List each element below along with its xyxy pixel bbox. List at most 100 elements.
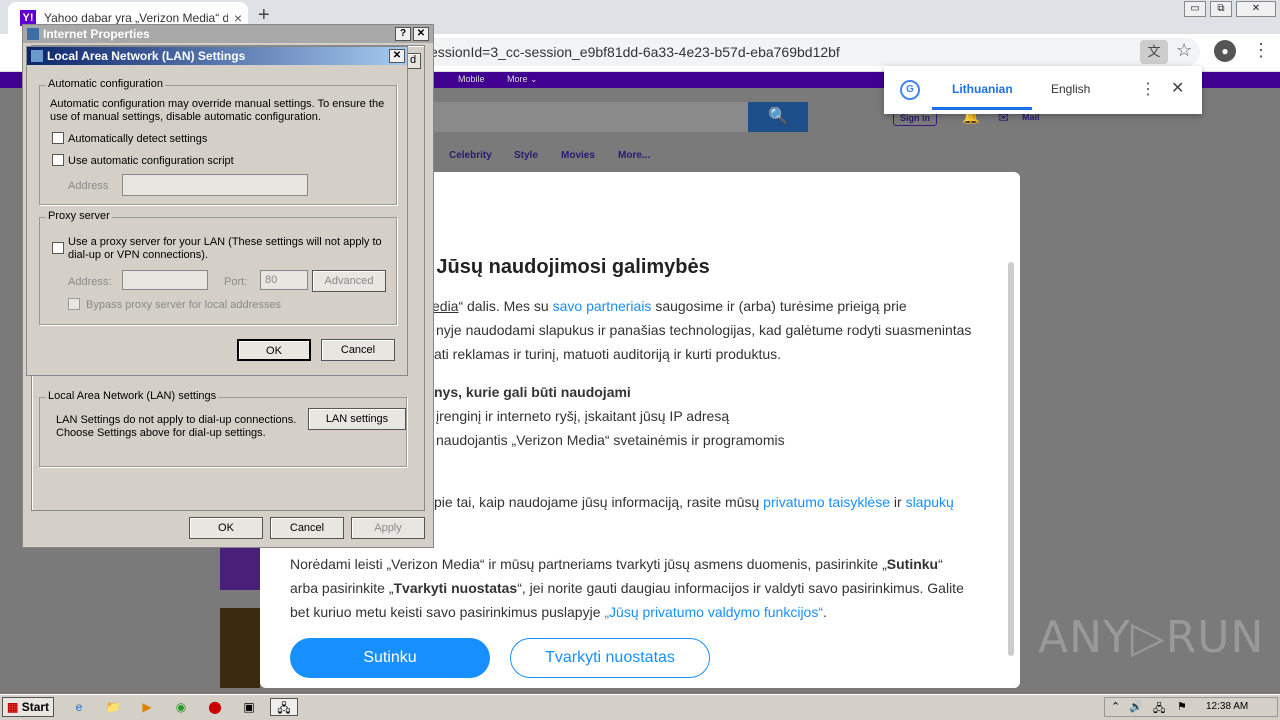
consent-paragraph-line: nyje naudodami slapukus ir panašias tech… [436, 322, 972, 338]
clock: 12:38 AM [1206, 701, 1249, 712]
auto-script-checkbox[interactable] [52, 154, 64, 166]
privacy-policy-link[interactable]: privatumo taisyklėse [763, 494, 890, 510]
text: saugosime ir (arba) turėsime prieigą pri… [651, 298, 907, 314]
checkbox-label: Use a proxy server for your LAN (These s… [68, 236, 382, 248]
consent-paragraph-line: Norėdami leisti „Verizon Media“ ir mūsų … [290, 556, 943, 572]
verizon-media-link[interactable]: edia [432, 298, 458, 314]
start-label: Start [21, 700, 50, 714]
google-translate-icon: G [900, 80, 920, 100]
text: “, jei norite gauti daugiau informacijos… [517, 580, 964, 596]
accept-button[interactable]: Sutinku [290, 638, 490, 678]
app-icon[interactable]: ▣ [240, 698, 258, 716]
tray-expand-icon[interactable]: ⌃ [1111, 700, 1120, 713]
bookmark-star-icon[interactable]: ☆ [1176, 40, 1192, 61]
window-minimize-button[interactable]: ▭ [1184, 1, 1206, 17]
proxy-port-label: Port: [224, 276, 248, 288]
manage-settings-button[interactable]: Tvarkyti nuostatas [510, 638, 710, 678]
system-tray: ⌃ 🔊 🖧 ⚑ [1104, 697, 1278, 717]
yahoo-search-input[interactable] [420, 102, 750, 132]
lan-settings-button[interactable]: LAN settings [308, 408, 406, 430]
dialog-titlebar: Local Area Network (LAN) Settings ✕ [27, 47, 407, 65]
text: pie tai, kaip naudojame jūsų informaciją… [434, 494, 764, 510]
yahoo-search-button[interactable]: 🔍 [748, 102, 808, 132]
close-button[interactable]: ✕ [389, 49, 405, 63]
automatic-configuration-group: Automatic configuration Automatic config… [39, 78, 397, 205]
consent-scrollbar[interactable] [1008, 262, 1014, 656]
anyrun-watermark: ANY▷RUN [1038, 612, 1265, 663]
more-options-icon[interactable]: ⋮ [1140, 79, 1156, 99]
opera-icon[interactable]: ⬤ [206, 698, 224, 716]
group-title: Proxy server [46, 210, 112, 222]
browser-menu-icon[interactable]: ⋮ [1252, 40, 1270, 61]
article-thumbnail[interactable] [220, 608, 260, 688]
search-icon: 🔍 [768, 108, 788, 125]
text: bet kuriuo metu keisti savo pasirinkimus… [290, 604, 605, 620]
dialog-title: Local Area Network (LAN) Settings [47, 49, 246, 63]
checkbox-label: dial-up or VPN connections). [68, 249, 209, 261]
yahoo-nav-more[interactable]: More... [618, 150, 650, 161]
lan-info-text: LAN Settings do not apply to dial-up con… [56, 414, 297, 426]
apply-button[interactable]: Apply [351, 517, 425, 539]
bypass-local-checkbox[interactable] [68, 298, 80, 310]
window-restore-button[interactable]: ⧉ [1210, 1, 1232, 17]
yahoo-bar-item[interactable]: Mobile [458, 74, 485, 84]
cancel-button[interactable]: Cancel [270, 517, 344, 539]
yahoo-bar-item[interactable]: More ⌄ [507, 74, 538, 85]
internet-options-icon [27, 28, 39, 40]
text: Sutinku [886, 556, 939, 572]
network-tray-icon[interactable]: 🖧 [1153, 700, 1165, 719]
consent-list-item: naudojantis „Verizon Media“ svetainėmis … [436, 432, 785, 448]
advanced-button[interactable]: Advanced [312, 270, 386, 292]
taskbar [0, 694, 1280, 720]
chrome-icon[interactable]: ◉ [172, 698, 190, 716]
lan-settings-group: Local Area Network (LAN) settings LAN Se… [39, 390, 407, 467]
ok-button[interactable]: OK [237, 339, 311, 361]
tab-english[interactable]: English [1051, 82, 1090, 96]
cookie-policy-link[interactable]: slapukų [906, 494, 954, 510]
translate-icon[interactable]: 文 [1140, 40, 1168, 64]
translate-popup: G Lithuanian English ⋮ ✕ [884, 66, 1202, 114]
internet-options-task-icon[interactable]: 🖧 [270, 698, 298, 716]
volume-icon[interactable]: 🔊 [1129, 700, 1143, 713]
flag-icon[interactable]: ⚑ [1177, 700, 1187, 713]
cancel-button[interactable]: Cancel [321, 339, 395, 361]
help-button[interactable]: ? [395, 27, 411, 41]
consent-title: ys. Jūsų naudojimosi galimybės [403, 256, 710, 278]
close-button[interactable]: ✕ [413, 27, 429, 41]
proxy-port-input[interactable]: 80 [260, 270, 308, 290]
yahoo-nav-celebrity[interactable]: Celebrity [449, 150, 492, 161]
ie-icon[interactable]: e [70, 698, 88, 716]
auto-config-description: Automatic configuration may override man… [50, 98, 385, 110]
active-tab-indicator [932, 107, 1032, 110]
profile-icon[interactable]: ● [1214, 40, 1236, 62]
script-address-input[interactable] [122, 174, 308, 196]
media-player-icon[interactable]: ▶ [138, 698, 156, 716]
checkbox-label: Bypass proxy server for local addresses [86, 299, 282, 311]
tab-lithuanian[interactable]: Lithuanian [952, 82, 1013, 96]
folder-icon[interactable]: 📁 [104, 698, 122, 716]
dialog-title: Internet Properties [43, 27, 150, 41]
privacy-controls-link[interactable]: „Jūsų privatumo valdymo funkcijos“ [604, 604, 823, 620]
text: arba pasirinkite „ [290, 580, 394, 596]
consent-paragraph-line: ati reklamas ir turinį, matuoti auditori… [434, 346, 782, 362]
text: . [823, 604, 827, 620]
proxy-address-label: Address: [68, 276, 112, 288]
ok-button[interactable]: OK [189, 517, 263, 539]
text: Norėdami leisti „Verizon Media“ ir mūsų … [290, 556, 887, 572]
consent-list-item: įrenginį ir interneto ryšį, įskaitant jū… [436, 408, 730, 424]
close-icon[interactable]: ✕ [1171, 78, 1184, 98]
text: Tvarkyti nuostatas [393, 580, 518, 596]
yahoo-nav-style[interactable]: Style [514, 150, 538, 161]
window-close-button[interactable]: ✕ [1236, 1, 1276, 17]
start-button[interactable]: ▦ Start [2, 697, 54, 717]
partners-link[interactable]: savo partneriais [553, 298, 652, 314]
proxy-address-input[interactable] [122, 270, 208, 290]
use-proxy-checkbox[interactable] [52, 242, 64, 254]
consent-paragraph-line: arba pasirinkite „Tvarkyti nuostatas“, j… [290, 580, 964, 596]
auto-detect-checkbox[interactable] [52, 132, 64, 144]
yahoo-nav-movies[interactable]: Movies [561, 150, 595, 161]
checkbox-label: Use automatic configuration script [68, 155, 234, 167]
dialog-titlebar: Internet Properties ? ✕ [23, 25, 433, 43]
consent-paragraph-line: edia“ dalis. Mes su savo partneriais sau… [432, 298, 907, 314]
group-title: Automatic configuration [46, 78, 165, 90]
